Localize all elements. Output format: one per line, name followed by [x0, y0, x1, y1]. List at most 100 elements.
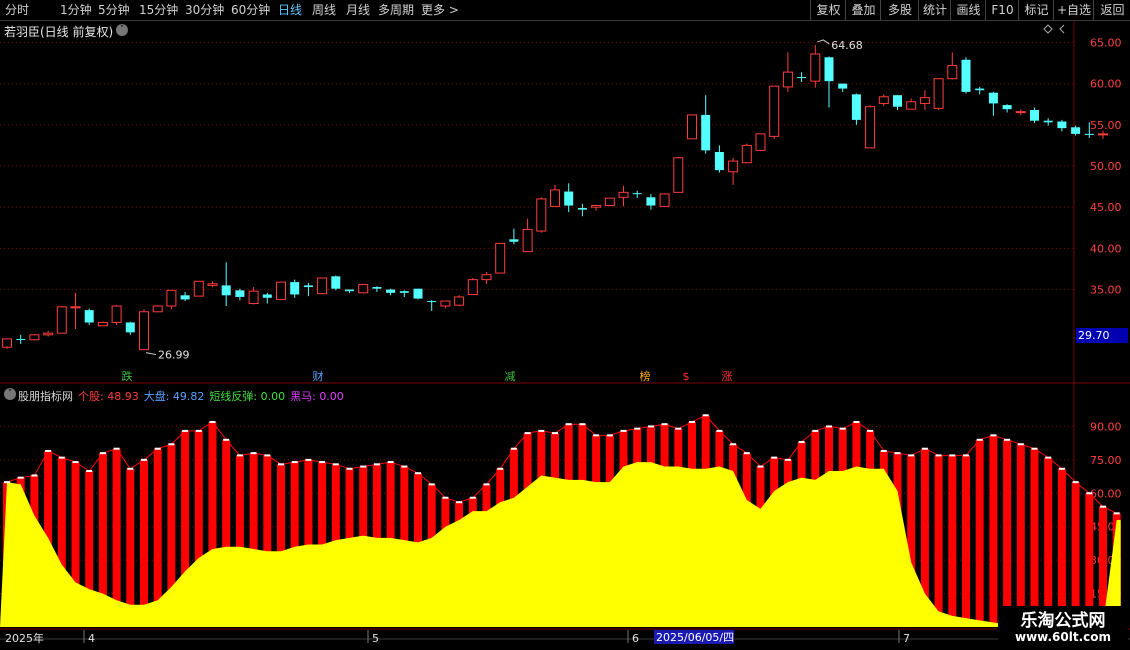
chart-area[interactable]: 65.0060.0055.0050.0045.0040.0035.0029.70… [0, 21, 1130, 650]
market-label: 大盘: [143, 390, 173, 403]
period-tab-0[interactable]: 分时 [5, 2, 29, 18]
market-value: 49.82 [172, 390, 205, 403]
stock-marker [86, 470, 93, 472]
stock-marker [839, 427, 846, 430]
period-tab-4[interactable]: 30分钟 [185, 2, 224, 18]
candle-body [919, 97, 930, 104]
stock-marker [168, 443, 175, 446]
stock-bar [962, 455, 970, 627]
stock-marker [1086, 492, 1093, 495]
event-badge-1[interactable]: 财 [311, 370, 325, 384]
candle-body [536, 198, 547, 232]
candle-body [550, 189, 560, 207]
stock-marker [17, 476, 24, 479]
stock-marker [538, 429, 545, 432]
stock-marker [990, 434, 997, 437]
candle-body [659, 193, 670, 207]
price-tick-label: 60.00 [1090, 78, 1122, 91]
toolbar-button-5[interactable]: F10 [985, 0, 1019, 20]
stock-marker [743, 452, 750, 455]
stock-marker [675, 427, 682, 430]
period-tab-7[interactable]: 周线 [312, 2, 336, 18]
candle-body [564, 191, 574, 206]
stock-bar [989, 435, 998, 627]
toolbar-button-6[interactable]: 标记 [1018, 0, 1054, 20]
stock-marker [332, 463, 339, 466]
price-tick-label: 65.00 [1090, 36, 1122, 49]
toolbar-button-0[interactable]: 复权 [810, 0, 846, 20]
stock-bar [1003, 439, 1012, 627]
candle-body [262, 294, 272, 298]
stock-marker [1072, 481, 1079, 484]
stock-bar [975, 439, 984, 627]
stock-marker [510, 447, 517, 450]
stock-marker [1017, 443, 1024, 446]
candle-body [207, 283, 218, 286]
stock-marker [483, 483, 490, 486]
stock-marker [99, 452, 106, 455]
stock-marker [195, 429, 202, 432]
stock-marker [689, 420, 695, 423]
candle-body [714, 152, 724, 171]
event-badge-3[interactable]: 榜 [638, 370, 652, 384]
stock-bar [1030, 448, 1039, 627]
period-tab-8[interactable]: 月线 [346, 2, 370, 18]
candle-body [632, 193, 642, 195]
candle-body [577, 208, 587, 210]
stock-marker [4, 481, 10, 484]
period-tab-10[interactable]: 更多 > [421, 2, 459, 18]
candle-body [673, 157, 684, 193]
period-tab-2[interactable]: 5分钟 [98, 2, 130, 18]
current-price-label: 29.70 [1078, 329, 1110, 342]
period-tab-6[interactable]: 日线 [278, 2, 302, 18]
stock-marker [387, 461, 394, 464]
event-badge-4[interactable]: $ [679, 370, 693, 384]
toolbar-button-8[interactable]: 返回 [1093, 0, 1130, 20]
stock-marker [757, 465, 764, 468]
candle-body [248, 290, 259, 305]
period-tab-1[interactable]: 1分钟 [60, 2, 92, 18]
candle-body [1098, 133, 1108, 136]
candle-body [358, 284, 369, 294]
stock-marker [620, 429, 627, 432]
stock-marker [661, 423, 668, 426]
stock-marker [702, 414, 709, 417]
candle-body [728, 160, 739, 173]
rebound-value: 0.00 [260, 390, 286, 403]
stock-marker [278, 463, 284, 466]
toolbar-button-7[interactable]: +自选 [1053, 0, 1094, 20]
stock-bar [934, 455, 943, 627]
candle-body [851, 94, 861, 120]
indicator-tick-label: 75.00 [1090, 454, 1122, 467]
toolbar-button-3[interactable]: 统计 [918, 0, 951, 20]
candle-body [16, 338, 26, 340]
candle-body [56, 306, 67, 334]
candle-body [509, 239, 519, 242]
toolbar-button-1[interactable]: 叠加 [845, 0, 881, 20]
period-tab-5[interactable]: 60分钟 [231, 2, 270, 18]
toolbar-button-2[interactable]: 多股 [880, 0, 919, 20]
candle-body [1002, 105, 1012, 110]
candle-body [290, 282, 300, 295]
candle-body [413, 288, 423, 299]
candle-body [604, 197, 615, 207]
event-badge-2[interactable]: 减 [503, 370, 517, 384]
darkhorse-label: 黑马: [290, 390, 320, 403]
stock-marker [223, 438, 230, 441]
candle-body [838, 83, 848, 89]
candle-body [988, 92, 998, 104]
candle-body [193, 280, 204, 297]
event-badge-5[interactable]: 涨 [720, 370, 734, 384]
toolbar-button-4[interactable]: 画线 [950, 0, 986, 20]
event-badge-0[interactable]: 跌 [120, 370, 134, 384]
candle-body [427, 301, 437, 303]
stock-marker [1113, 512, 1120, 515]
price-tick-label: 55.00 [1090, 119, 1122, 132]
indicator-legend: 股朋指标网 个股: 48.93 大盘: 49.82 短线反弹: 0.00 黑马: 0.0… [4, 388, 349, 404]
period-tab-9[interactable]: 多周期 [378, 2, 414, 18]
candle-body [961, 59, 971, 92]
stock-marker [716, 429, 723, 432]
candle-body [1057, 121, 1067, 129]
period-tab-3[interactable]: 15分钟 [139, 2, 178, 18]
candle-body [701, 114, 711, 151]
